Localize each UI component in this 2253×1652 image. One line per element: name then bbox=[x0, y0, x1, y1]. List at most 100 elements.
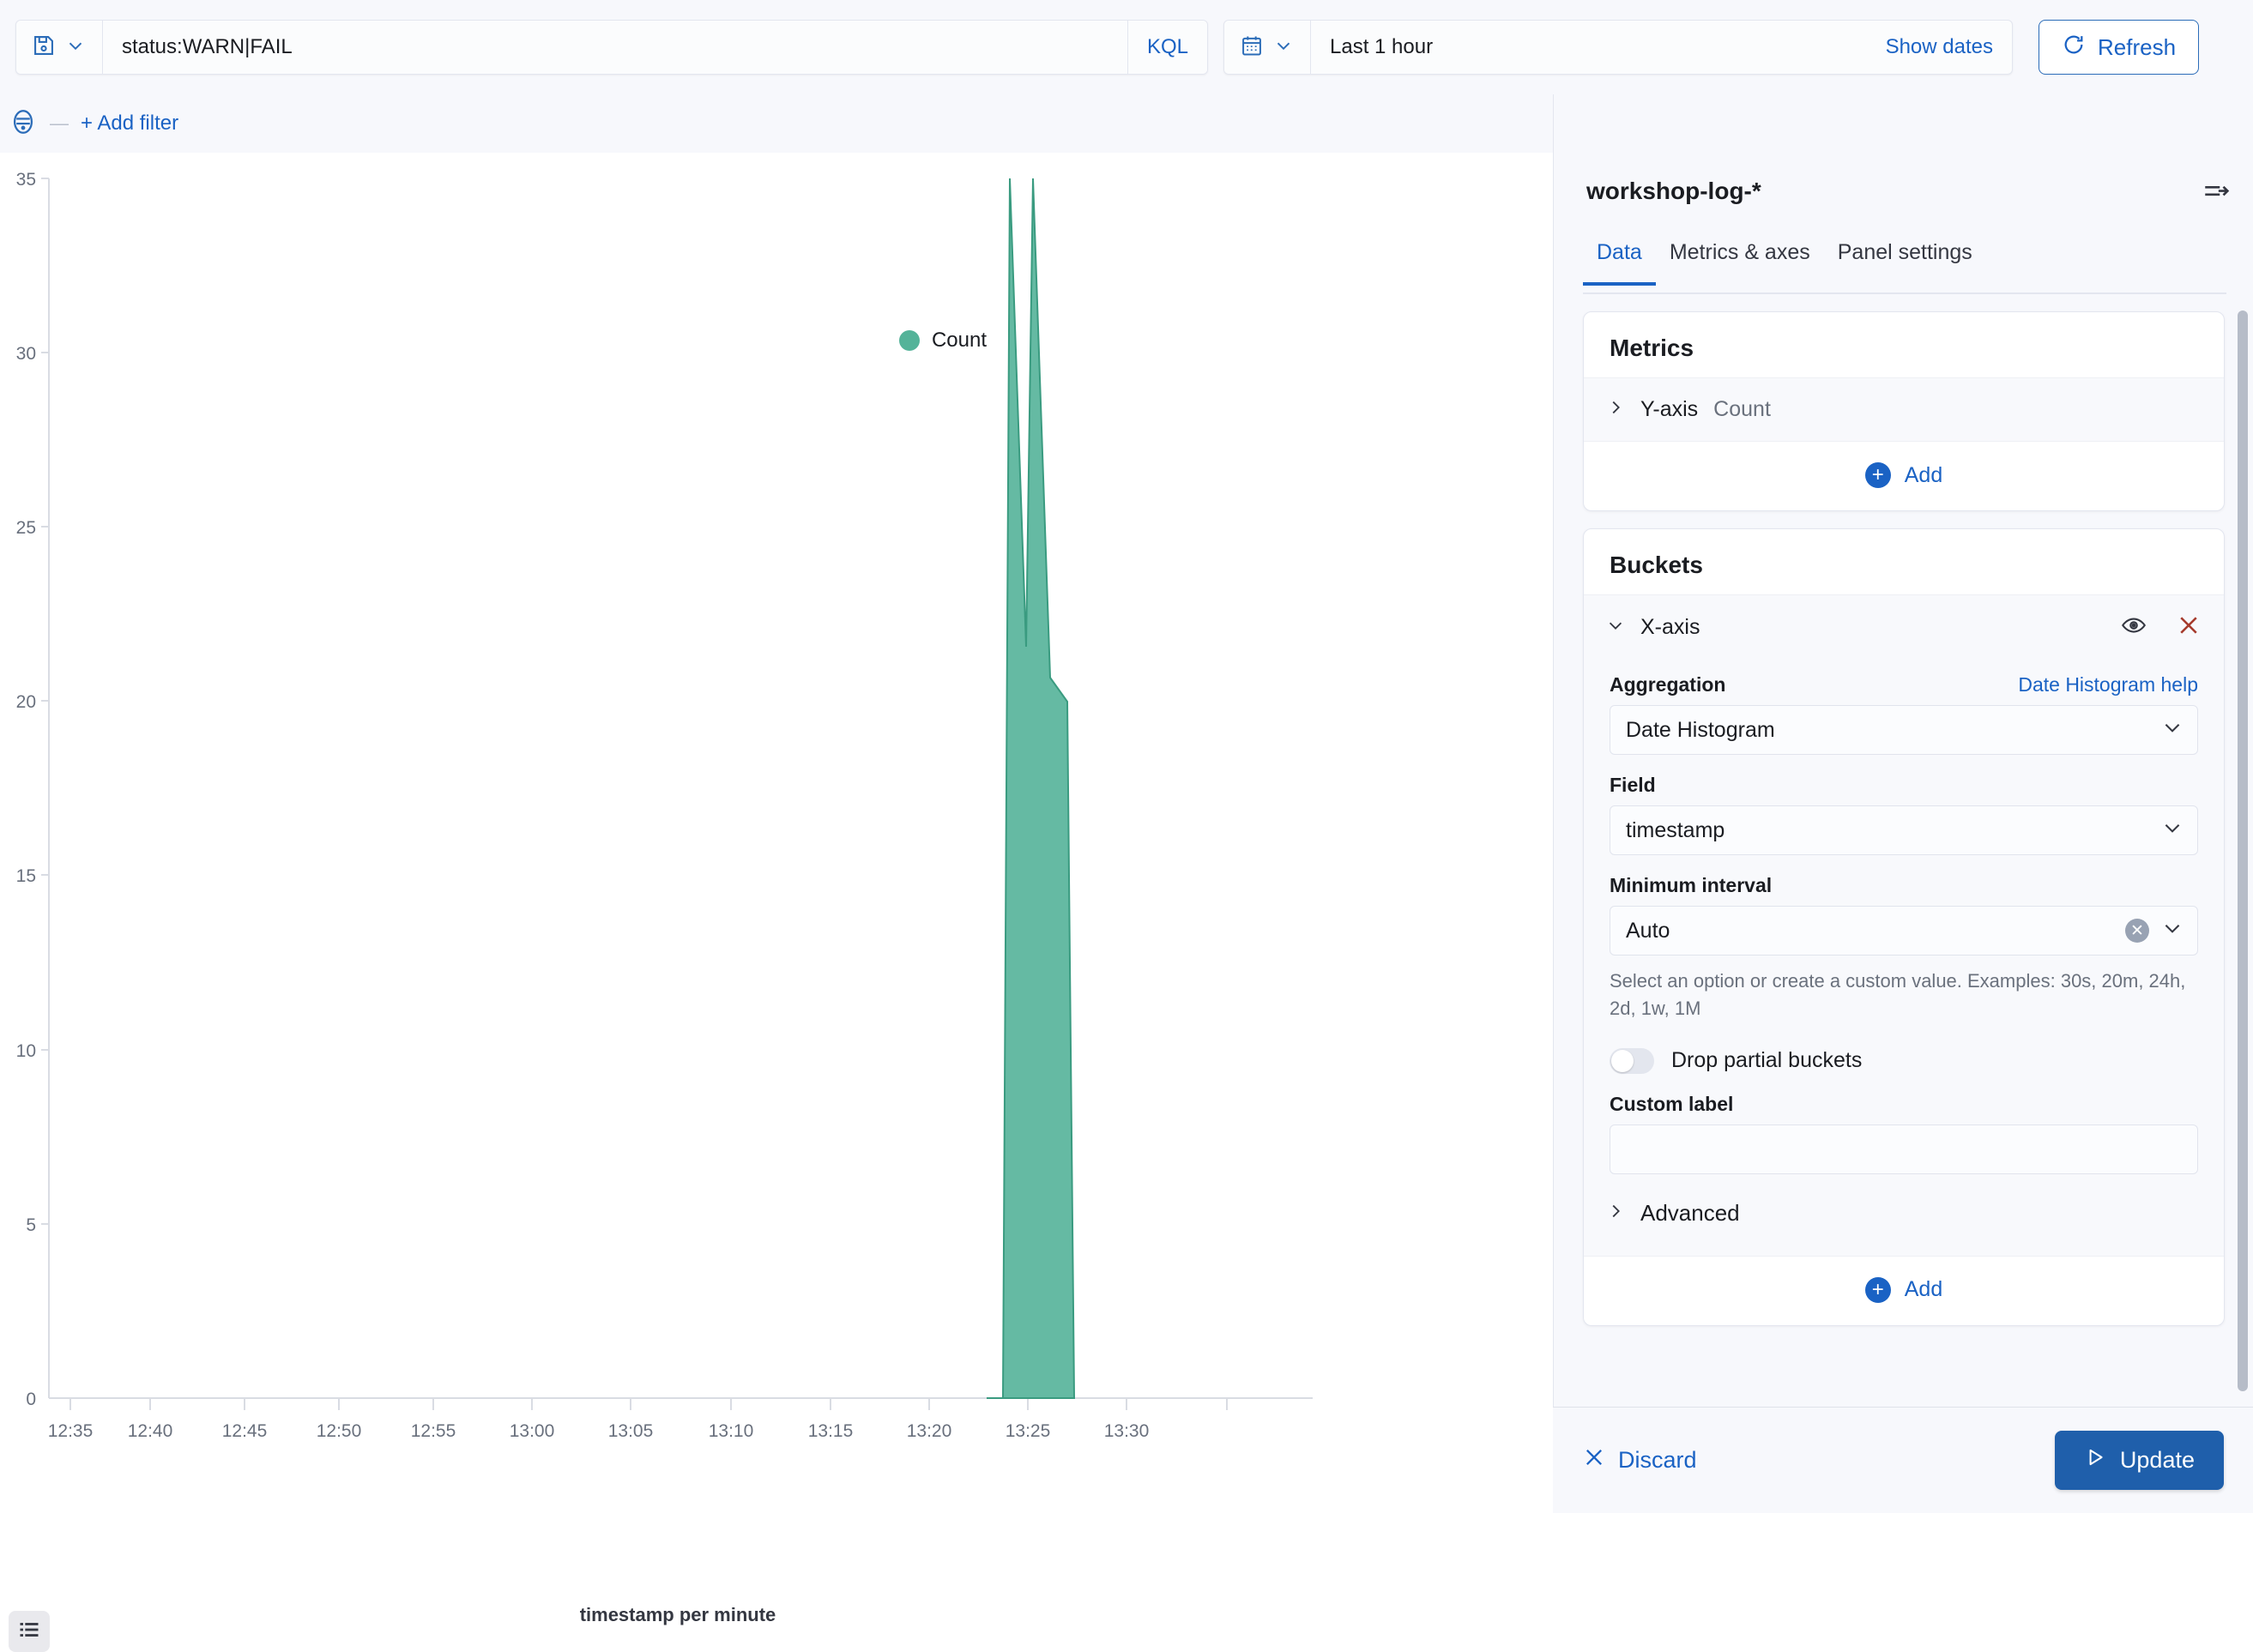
drop-partial-buckets-row[interactable]: Drop partial buckets bbox=[1610, 1048, 2198, 1074]
svg-text:12:45: 12:45 bbox=[222, 1421, 268, 1441]
svg-text:30: 30 bbox=[16, 344, 36, 364]
svg-text:10: 10 bbox=[16, 1041, 36, 1061]
tab-panel-settings[interactable]: Panel settings bbox=[1824, 240, 1986, 286]
date-quick-select-button[interactable] bbox=[1224, 21, 1311, 74]
series-count-area[interactable] bbox=[987, 178, 1074, 1398]
filter-separator: — bbox=[50, 112, 69, 135]
tab-metrics-axes[interactable]: Metrics & axes bbox=[1656, 240, 1824, 286]
min-interval-value: Auto bbox=[1626, 919, 2125, 944]
search-input[interactable] bbox=[103, 21, 1127, 74]
metrics-card-title: Metrics bbox=[1584, 312, 2224, 377]
metric-row-label: Y-axis bbox=[1640, 397, 1698, 422]
bucket-x-axis-label: X-axis bbox=[1640, 615, 2092, 640]
visualization-editor-panel: workshop-log-* Data Metrics & axes Panel… bbox=[1553, 94, 2253, 1513]
svg-text:12:40: 12:40 bbox=[128, 1421, 173, 1441]
drop-partial-buckets-label: Drop partial buckets bbox=[1671, 1048, 1862, 1073]
svg-text:13:30: 13:30 bbox=[1104, 1421, 1150, 1441]
custom-label-input[interactable] bbox=[1610, 1124, 2198, 1174]
close-x-icon[interactable] bbox=[2176, 612, 2202, 642]
svg-text:20: 20 bbox=[16, 692, 36, 712]
field-select[interactable]: timestamp bbox=[1610, 805, 2198, 855]
svg-text:13:20: 13:20 bbox=[907, 1421, 952, 1441]
svg-text:0: 0 bbox=[26, 1390, 36, 1409]
field-label-line: Field bbox=[1610, 774, 2198, 797]
update-label: Update bbox=[2120, 1447, 2195, 1474]
time-picker: Last 1 hour Show dates bbox=[1223, 20, 2013, 75]
discard-button[interactable]: Discard bbox=[1582, 1445, 1697, 1475]
clear-x-icon[interactable]: ✕ bbox=[2125, 919, 2149, 943]
add-bucket-button[interactable]: + Add bbox=[1584, 1257, 2224, 1325]
play-icon bbox=[2084, 1446, 2106, 1474]
filter-options-icon[interactable] bbox=[9, 107, 38, 141]
x-axis-title: timestamp per minute bbox=[0, 1604, 1356, 1626]
date-histogram-help-link[interactable]: Date Histogram help bbox=[2018, 673, 2198, 696]
show-dates-button[interactable]: Show dates bbox=[1867, 21, 2012, 74]
filter-bar: — + Add filter bbox=[0, 94, 1553, 153]
chevron-down-icon bbox=[2161, 716, 2184, 745]
legend-toggle-button[interactable] bbox=[9, 1611, 50, 1652]
chevron-right-icon bbox=[1606, 398, 1625, 421]
update-button[interactable]: Update bbox=[2055, 1431, 2224, 1490]
aggregation-label: Aggregation bbox=[1610, 673, 1725, 696]
close-x-icon bbox=[1582, 1445, 1606, 1475]
refresh-label: Refresh bbox=[2098, 34, 2176, 61]
aggregation-form-row: Aggregation Date Histogram help Date His… bbox=[1584, 673, 2224, 1174]
kql-label: KQL bbox=[1147, 35, 1188, 59]
advanced-label: Advanced bbox=[1640, 1200, 1740, 1227]
svg-text:35: 35 bbox=[16, 170, 36, 190]
save-icon bbox=[32, 33, 56, 62]
svg-text:12:55: 12:55 bbox=[411, 1421, 456, 1441]
svg-text:15: 15 bbox=[16, 866, 36, 886]
min-interval-help-text: Select an option or create a custom valu… bbox=[1610, 968, 2198, 1022]
drop-partial-buckets-toggle[interactable] bbox=[1610, 1048, 1654, 1074]
svg-text:13:25: 13:25 bbox=[1006, 1421, 1051, 1441]
y-axis-ticks: 35 30 25 20 15 10 5 0 bbox=[16, 170, 49, 1409]
chevron-down-icon bbox=[1606, 616, 1625, 639]
chevron-down-icon bbox=[64, 34, 87, 61]
refresh-icon bbox=[2062, 33, 2086, 63]
y-axis-title: Count bbox=[0, 908, 1, 963]
eye-icon[interactable] bbox=[2121, 612, 2147, 642]
plus-circle-icon: + bbox=[1865, 1277, 1891, 1303]
metric-row-value: Count bbox=[1713, 397, 1771, 422]
editor-scroll-area[interactable]: Metrics Y-axis Count + Add Buckets bbox=[1554, 294, 2253, 1407]
saved-query-button[interactable] bbox=[16, 21, 103, 74]
bucket-x-axis-header[interactable]: X-axis bbox=[1584, 595, 2224, 654]
collapse-panel-icon[interactable] bbox=[2202, 178, 2231, 211]
svg-text:13:00: 13:00 bbox=[510, 1421, 555, 1441]
time-range-display[interactable]: Last 1 hour bbox=[1311, 21, 1867, 74]
refresh-button[interactable]: Refresh bbox=[2039, 20, 2199, 75]
metrics-card: Metrics Y-axis Count + Add bbox=[1583, 311, 2225, 511]
aggregation-select[interactable]: Date Histogram bbox=[1610, 705, 2198, 755]
min-interval-select[interactable]: Auto ✕ bbox=[1610, 906, 2198, 956]
editor-scrollbar[interactable] bbox=[2238, 311, 2248, 1391]
tab-data[interactable]: Data bbox=[1583, 240, 1656, 286]
field-label: Field bbox=[1610, 774, 1656, 797]
svg-text:12:50: 12:50 bbox=[317, 1421, 362, 1441]
top-query-bar: KQL Last 1 hour Show dates bbox=[0, 0, 2253, 94]
add-metric-label: Add bbox=[1905, 463, 1942, 488]
plus-circle-icon: + bbox=[1865, 462, 1891, 488]
custom-label-label-line: Custom label bbox=[1610, 1093, 2198, 1116]
discard-label: Discard bbox=[1618, 1447, 1697, 1474]
metric-row-y-axis[interactable]: Y-axis Count bbox=[1584, 377, 2224, 442]
kql-language-button[interactable]: KQL bbox=[1127, 21, 1207, 74]
list-icon bbox=[17, 1618, 41, 1646]
buckets-card-title: Buckets bbox=[1584, 529, 2224, 594]
add-metric-button[interactable]: + Add bbox=[1584, 442, 2224, 510]
svg-text:5: 5 bbox=[26, 1215, 36, 1235]
custom-label-label: Custom label bbox=[1610, 1093, 1733, 1116]
advanced-toggle[interactable]: Advanced bbox=[1584, 1174, 2224, 1249]
query-bar: KQL bbox=[15, 20, 1208, 75]
svg-text:25: 25 bbox=[16, 518, 36, 538]
page-title: workshop-log-* bbox=[1586, 178, 1761, 205]
buckets-card: Buckets X-axis bbox=[1583, 528, 2225, 1326]
svg-text:13:10: 13:10 bbox=[709, 1421, 754, 1441]
svg-text:12:35: 12:35 bbox=[48, 1421, 94, 1441]
svg-text:13:15: 13:15 bbox=[808, 1421, 854, 1441]
bucket-x-axis: X-axis bbox=[1584, 594, 2224, 1257]
calendar-icon bbox=[1240, 33, 1264, 62]
chevron-down-icon bbox=[2161, 817, 2184, 845]
area-chart-svg[interactable]: 35 30 25 20 15 10 5 0 12:35 12:40 12:45 … bbox=[0, 153, 1553, 1513]
add-filter-button[interactable]: + Add filter bbox=[81, 112, 178, 136]
